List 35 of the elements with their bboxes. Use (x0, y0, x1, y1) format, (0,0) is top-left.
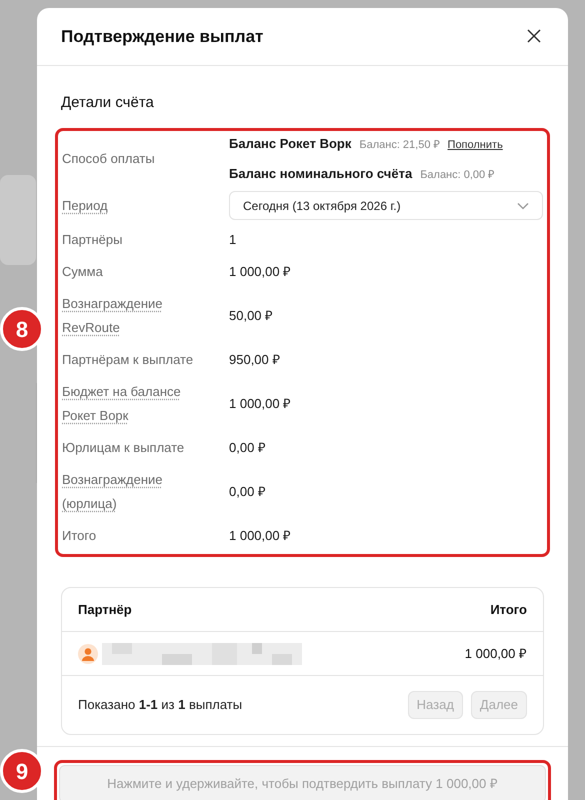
detail-value: 1 (229, 232, 236, 247)
table-cell-text: 1 000,00 ₽ (464, 644, 527, 663)
chevron-down-icon (517, 202, 529, 210)
close-icon (527, 29, 541, 44)
step-marker: 8 (0, 307, 44, 351)
avatar-icon (78, 644, 98, 664)
detail-value: 50,00 ₽ (229, 308, 274, 323)
payment-method-name: Баланс Рокет Ворк (229, 135, 352, 153)
balance-text: Баланс: 0,00 ₽ (420, 168, 494, 182)
balance-text: Баланс: 21,50 ₽ (359, 138, 440, 153)
detail-value: 1 000,00 ₽ (229, 396, 292, 411)
detail-value: 1 000,00 ₽ (229, 528, 292, 543)
detail-label: Вознаграждение (юрлица) (62, 472, 163, 511)
detail-label: Способ оплаты (62, 150, 155, 166)
section-title: Детали счёта (60, 92, 155, 112)
period-select[interactable]: Сегодня (13 октября 2026 г.) (229, 191, 543, 220)
detail-value: 0,00 ₽ (229, 484, 266, 499)
step-marker: 9 (0, 749, 44, 793)
pagination-summary: Показано 1-1 из 1 выплаты (78, 696, 242, 714)
detail-label: Вознаграждение RevRoute (62, 296, 163, 335)
detail-label: Партнёры (62, 232, 122, 247)
column-header: Итого (490, 600, 527, 619)
detail-label: Партнёрам к выплате (62, 352, 194, 367)
dialog-title: Подтверждение выплат (61, 26, 264, 48)
top-up-link[interactable]: Пополнить (448, 137, 503, 154)
detail-value: 0,00 ₽ (229, 440, 266, 455)
detail-value: 950,00 ₽ (229, 352, 280, 367)
detail-label: Бюджет на балансе Рокет Ворк (62, 384, 181, 423)
detail-label: Юрлицам к выплате (62, 440, 184, 455)
detail-label: Период (62, 198, 108, 212)
payment-method-name: Баланс номинального счёта (229, 164, 412, 182)
detail-value: 1 000,00 ₽ (229, 264, 292, 279)
detail-label: Сумма (62, 264, 103, 279)
column-header: Партнёр (78, 600, 132, 619)
detail-label: Итого (62, 528, 96, 543)
